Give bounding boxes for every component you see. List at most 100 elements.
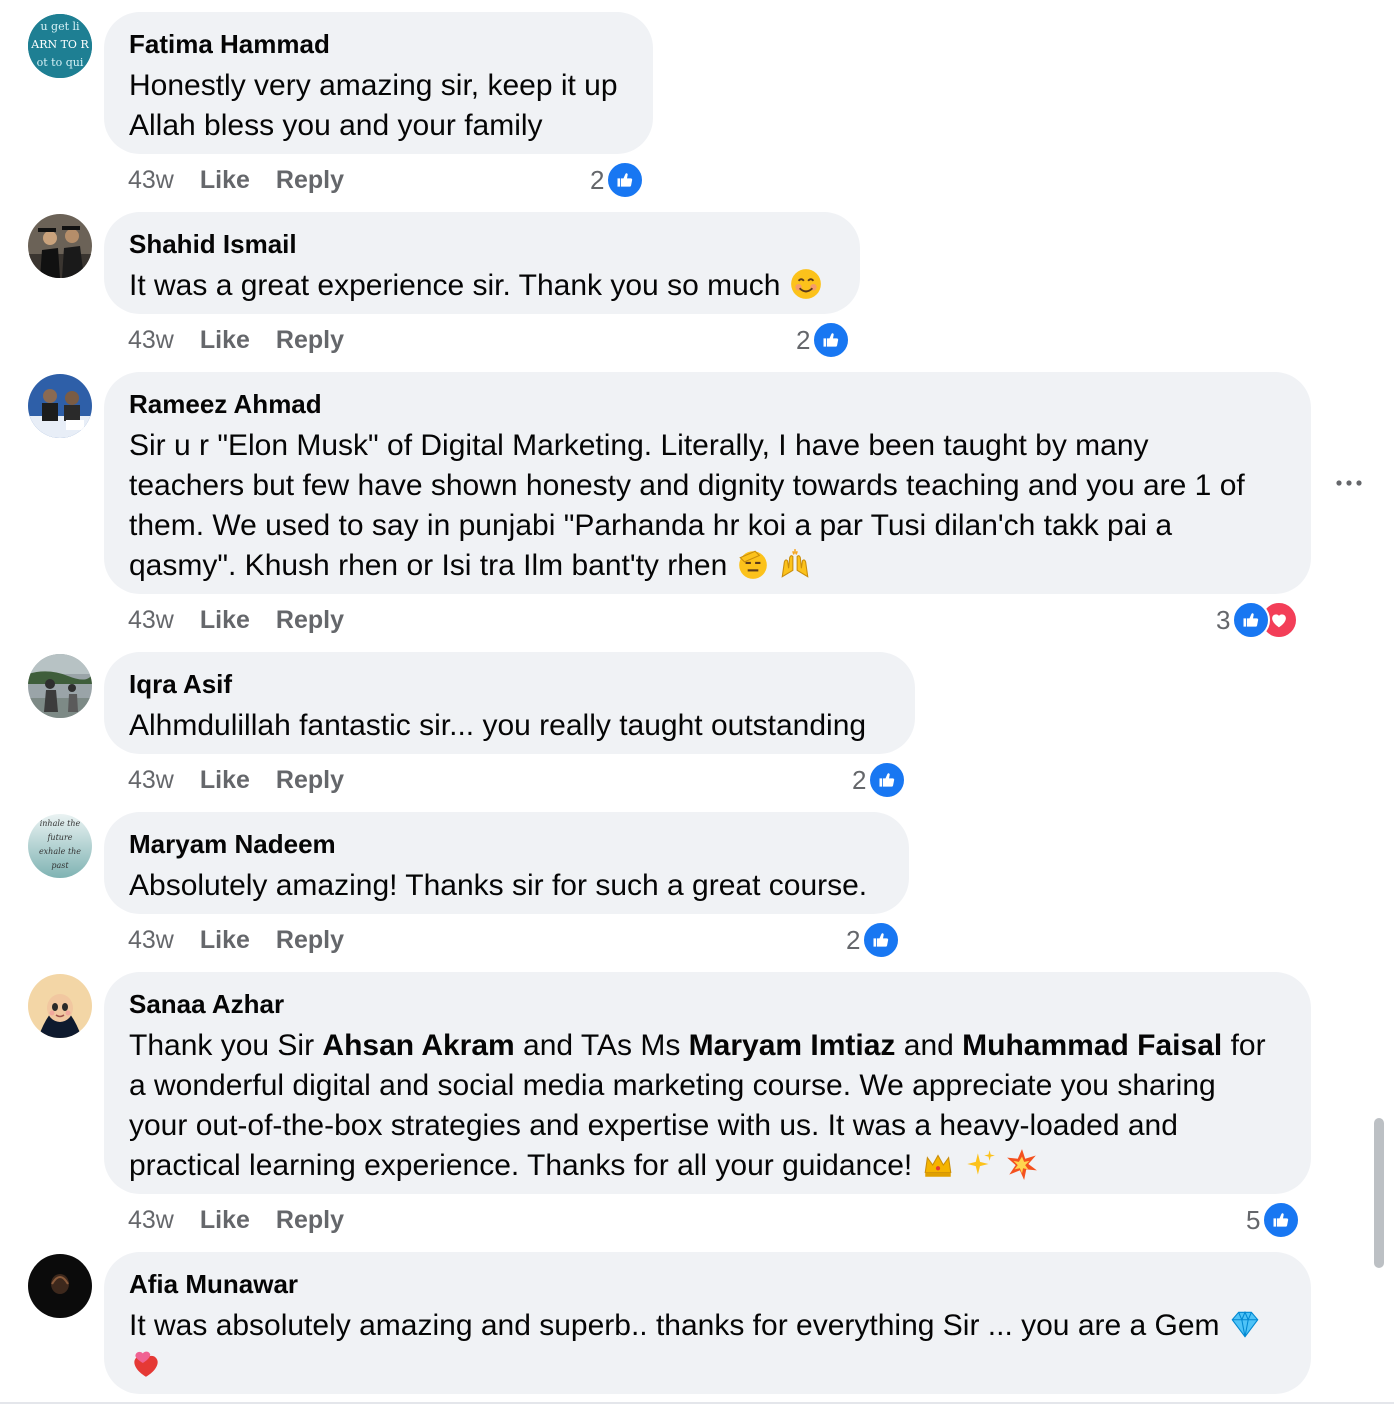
reaction-count: 5 <box>1246 1204 1261 1235</box>
comment-actions: 43w Like Reply <box>128 1202 370 1238</box>
comment-text-line: qasmy". Khush rhen or Isi tra Ilm bant't… <box>129 546 1286 586</box>
comment-text: Sir u r "Elon Musk" of Digital Marketing… <box>129 426 1286 586</box>
comment-author[interactable]: Shahid Ismail <box>129 228 835 260</box>
reaction-summary[interactable]: 2 <box>796 320 851 360</box>
comment-text: Thank you Sir Ahsan Akram and TAs Ms Mar… <box>129 1026 1286 1186</box>
saluting-face-emoji <box>738 550 767 579</box>
comment-bubble: Fatima Hammad Honestly very amazing sir,… <box>104 12 653 154</box>
comment-text-line: your out-of-the-box strategies and exper… <box>129 1109 1178 1142</box>
avatar[interactable] <box>28 214 92 278</box>
avatar[interactable]: inhale the future exhale the past <box>28 814 92 878</box>
comment-actions: 43w Like Reply <box>128 602 370 638</box>
comment-bubble: Iqra Asif Alhmdulillah fantastic sir... … <box>104 652 915 754</box>
like-button[interactable]: Like <box>200 602 250 638</box>
like-button[interactable]: Like <box>200 162 250 198</box>
heart-exclamation-emoji <box>134 1351 158 1377</box>
like-reaction-icon <box>1262 1201 1301 1239</box>
comment-author[interactable]: Maryam Nadeem <box>129 828 884 860</box>
like-reaction-icon <box>868 761 907 799</box>
reaction-summary[interactable]: 2 <box>852 760 907 800</box>
reply-button[interactable]: Reply <box>276 762 344 798</box>
timestamp[interactable]: 43w <box>128 322 174 358</box>
comment-author[interactable]: Iqra Asif <box>129 668 890 700</box>
comment-text: Alhmdulillah fantastic sir... you really… <box>129 709 867 742</box>
comment-text-span: qasmy". Khush rhen or Isi tra Ilm bant't… <box>129 549 728 582</box>
avatar[interactable] <box>28 374 92 438</box>
avatar-image <box>28 654 92 718</box>
comment-author[interactable]: Rameez Ahmad <box>129 388 1286 420</box>
collision-emoji <box>1007 1149 1038 1180</box>
avatar-text-2: ARN TO R <box>30 38 89 51</box>
divider <box>0 1402 1394 1404</box>
timestamp[interactable]: 43w <box>128 602 174 638</box>
comment-text-span: practical learning experience. Thanks fo… <box>129 1149 913 1182</box>
comment-author[interactable]: Sanaa Azhar <box>129 988 1286 1020</box>
more-options-button[interactable] <box>1334 470 1364 505</box>
reaction-count: 2 <box>590 164 605 195</box>
avatar-text-3: ot to qui <box>37 56 84 69</box>
like-button[interactable]: Like <box>200 1202 250 1238</box>
sparkles-emoji <box>967 1150 995 1175</box>
avatar[interactable]: u get li ARN TO R ot to qui <box>28 14 92 78</box>
avatar-image <box>28 214 92 278</box>
like-reaction-icon <box>812 321 851 359</box>
reply-button[interactable]: Reply <box>276 922 344 958</box>
reply-button[interactable]: Reply <box>276 602 344 638</box>
avatar[interactable] <box>28 974 92 1038</box>
reply-button[interactable]: Reply <box>276 1202 344 1238</box>
comment-author[interactable]: Afia Munawar <box>129 1268 1286 1300</box>
scrollbar[interactable] <box>1370 1112 1388 1272</box>
avatar-image: u get li ARN TO R ot to qui <box>28 14 92 78</box>
avatar-image <box>28 974 92 1038</box>
reaction-summary[interactable]: 5 <box>1246 1200 1301 1240</box>
comment-text-line: Sir u r "Elon Musk" of Digital Marketing… <box>129 429 1149 462</box>
avatar[interactable] <box>28 1254 92 1318</box>
reply-button[interactable]: Reply <box>276 322 344 358</box>
mention-muhammad-faisal[interactable]: Muhammad Faisal <box>962 1029 1222 1062</box>
comment-author[interactable]: Fatima Hammad <box>129 28 628 60</box>
comment-text-line: them. We used to say in punjabi "Parhand… <box>129 509 1173 542</box>
reaction-count: 2 <box>852 764 867 795</box>
comment-text-span: Thank you Sir <box>129 1029 323 1062</box>
avatar-image: inhale the future exhale the past <box>28 814 92 878</box>
avatar-text-1: u get li <box>40 20 80 33</box>
mention-ahsan-akram[interactable]: Ahsan Akram <box>322 1029 514 1062</box>
comment-text-span: and TAs Ms <box>514 1029 689 1062</box>
comment-text: Absolutely amazing! Thanks sir for such … <box>129 869 868 902</box>
comment-text-line: Honestly very amazing sir, keep it up <box>129 69 618 102</box>
reaction-count: 2 <box>846 924 861 955</box>
comment-text: It was a great experience sir. Thank you… <box>129 266 835 306</box>
comment-bubble: Rameez Ahmad Sir u r "Elon Musk" of Digi… <box>104 372 1311 594</box>
reaction-count: 2 <box>796 324 811 355</box>
comment-actions: 43w Like Reply <box>128 922 370 958</box>
comment-text-line: Allah bless you and your family <box>129 109 543 142</box>
comment-bubble: Afia Munawar It was absolutely amazing a… <box>104 1252 1311 1394</box>
raising-hands-emoji <box>781 549 809 578</box>
timestamp[interactable]: 43w <box>128 162 174 198</box>
timestamp[interactable]: 43w <box>128 762 174 798</box>
comment-bubble: Sanaa Azhar Thank you Sir Ahsan Akram an… <box>104 972 1311 1194</box>
comment-text: It was absolutely amazing and superb.. t… <box>129 1306 1286 1386</box>
timestamp[interactable]: 43w <box>128 922 174 958</box>
like-button[interactable]: Like <box>200 322 250 358</box>
reaction-summary[interactable]: 3 <box>1216 600 1299 640</box>
like-button[interactable]: Like <box>200 762 250 798</box>
avatar-image <box>28 1254 92 1318</box>
mention-maryam-imtiaz[interactable]: Maryam Imtiaz <box>689 1029 896 1062</box>
comment-actions: 43w Like Reply <box>128 162 370 198</box>
reaction-summary[interactable]: 2 <box>590 160 645 200</box>
comment-text-line: a wonderful digital and social media mar… <box>129 1069 1216 1102</box>
comment-bubble: Shahid Ismail It was a great experience … <box>104 212 860 314</box>
like-button[interactable]: Like <box>200 922 250 958</box>
comment-text-line: It was a great experience sir. Thank you… <box>129 269 781 302</box>
comment-text-span: and <box>895 1029 963 1062</box>
avatar[interactable] <box>28 654 92 718</box>
reply-button[interactable]: Reply <box>276 162 344 198</box>
avatar-text-2: future <box>46 833 72 842</box>
crown-emoji <box>924 1154 951 1177</box>
scrollbar-thumb[interactable] <box>1374 1118 1384 1268</box>
comment-text-line: teachers but few have shown honesty and … <box>129 469 1245 502</box>
timestamp[interactable]: 43w <box>128 1202 174 1238</box>
comment-text-line <box>129 1346 1286 1386</box>
reaction-summary[interactable]: 2 <box>846 920 901 960</box>
